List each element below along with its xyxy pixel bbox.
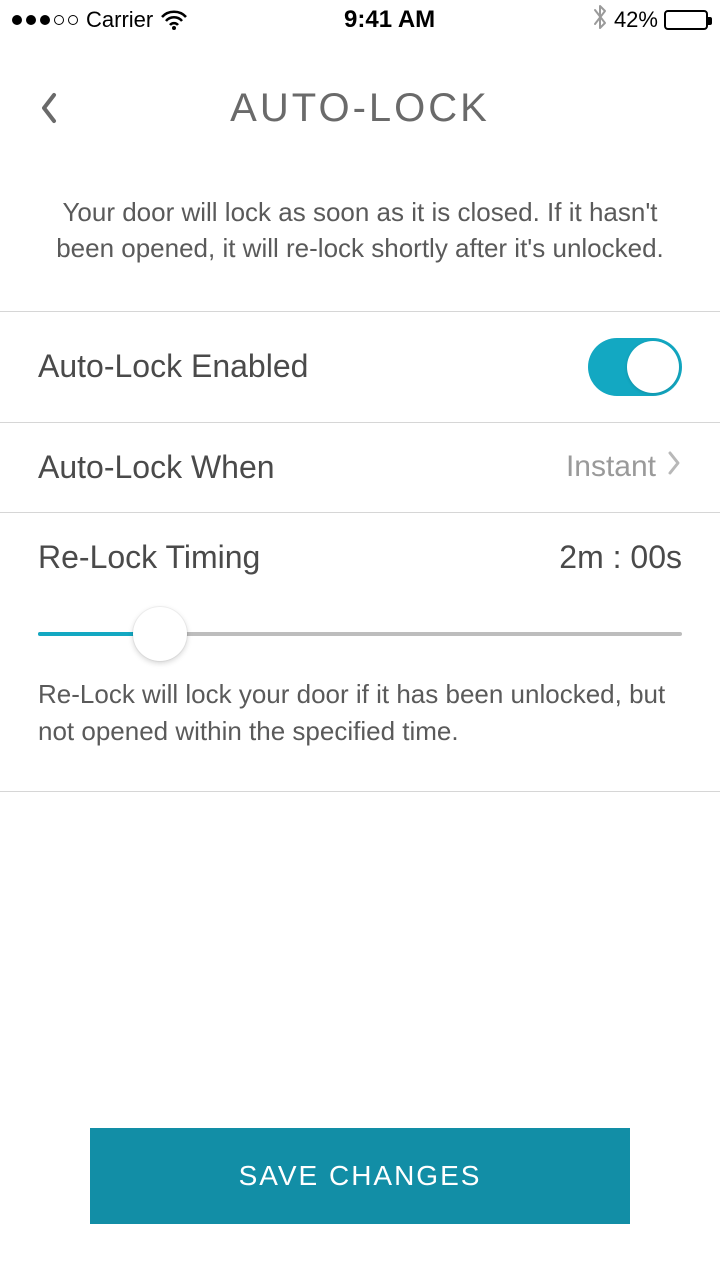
relock-header: Re-Lock Timing 2m : 00s	[38, 539, 682, 576]
status-left: Carrier	[12, 7, 187, 33]
slider-thumb[interactable]	[133, 607, 187, 661]
auto-lock-enabled-toggle[interactable]	[588, 338, 682, 396]
relock-section: Re-Lock Timing 2m : 00s Re-Lock will loc…	[0, 512, 720, 792]
status-time: 9:41 AM	[344, 6, 435, 34]
back-button[interactable]	[34, 88, 64, 128]
auto-lock-enabled-row: Auto-Lock Enabled	[0, 311, 720, 422]
relock-description: Re-Lock will lock your door if it has be…	[38, 676, 682, 751]
status-bar: Carrier 9:41 AM 42%	[0, 0, 720, 40]
battery-icon	[664, 10, 708, 30]
signal-strength-icon	[12, 15, 78, 25]
chevron-right-icon	[666, 449, 682, 485]
intro-text: Your door will lock as soon as it is clo…	[0, 158, 720, 311]
toggle-knob	[627, 341, 679, 393]
relock-label: Re-Lock Timing	[38, 539, 260, 576]
relock-value: 2m : 00s	[559, 539, 682, 576]
bluetooth-icon	[592, 4, 608, 37]
wifi-icon	[161, 10, 187, 30]
battery-percentage: 42%	[614, 7, 658, 33]
nav-header: AUTO-LOCK	[0, 58, 720, 158]
page-title: AUTO-LOCK	[230, 86, 490, 131]
chevron-left-icon	[38, 91, 60, 125]
auto-lock-when-value-wrap: Instant	[566, 449, 682, 485]
carrier-label: Carrier	[86, 7, 153, 33]
auto-lock-when-row[interactable]: Auto-Lock When Instant	[0, 422, 720, 512]
relock-slider[interactable]	[38, 632, 682, 636]
status-right: 42%	[592, 4, 708, 37]
auto-lock-enabled-label: Auto-Lock Enabled	[38, 348, 308, 385]
save-changes-button[interactable]: SAVE CHANGES	[90, 1128, 630, 1224]
auto-lock-when-value: Instant	[566, 450, 656, 484]
auto-lock-when-label: Auto-Lock When	[38, 449, 275, 486]
